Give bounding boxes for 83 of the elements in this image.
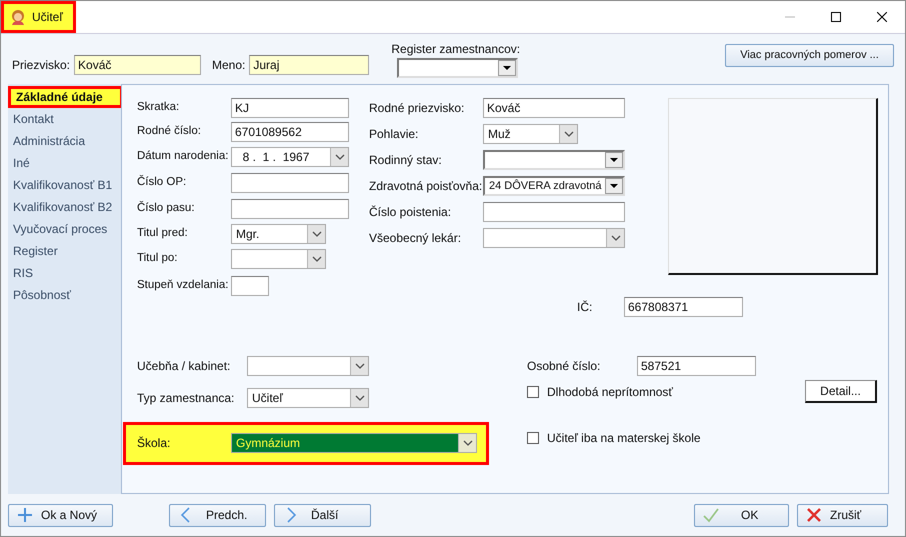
sidebar-item[interactable]: Administrácia [8,130,121,152]
field-label: Číslo pasu: [137,200,196,216]
field-label: Rodné číslo: [137,124,202,140]
text-field[interactable]: 667808371 [624,297,743,317]
detail-button[interactable]: Detail... [805,380,877,403]
field-label: Zdravotná poisťovňa: [369,178,483,195]
sidebar-item[interactable]: Iné [8,152,121,174]
field-label: Pohlavie: [369,126,420,143]
chevron-down-icon [564,131,574,137]
combo-box[interactable] [231,249,326,269]
action-button[interactable]: Ok a Nový [8,504,113,526]
combo-box[interactable]: Muž [483,124,578,144]
field-label: Priezvisko: [12,57,70,74]
sidebar-item[interactable]: Kvalifikovanosť B1 [8,174,121,196]
close-icon [877,12,887,22]
sidebar-item[interactable]: Základné údaje [8,86,123,108]
field-label: Rodné priezvisko: [369,100,466,117]
checkbox-label: Dlhodobá neprítomnosť [547,384,673,400]
window-title: Učiteľ [32,9,63,26]
sidebar-item[interactable]: Kvalifikovanosť B2 [8,196,121,218]
sidebar-item[interactable]: Vyučovací proces [8,218,121,240]
field-label: Titul po: [137,251,178,266]
plus-icon [17,507,33,523]
checkbox[interactable] [527,386,539,398]
action-button[interactable]: Predch. [169,504,266,526]
dropdown-arrow-icon [609,157,619,163]
combo-box[interactable]: 24 DÔVERA zdravotná [483,176,625,196]
text-field[interactable]: Juraj [249,55,370,75]
date-picker[interactable]: 8 . 1 . 1967 [231,147,349,167]
field-label: Škola: [137,435,172,452]
close-icon [806,507,822,523]
text-field[interactable] [483,202,625,222]
field-label: Stupeň vzdelania: [137,278,230,294]
field-label: Dátum narodenia: [137,149,230,164]
sidebar-item[interactable]: Kontakt [8,108,121,130]
chevron-down-icon [312,231,322,237]
text-field[interactable]: 587521 [637,356,756,376]
field-label: Skratka: [137,100,180,116]
sidebar-item[interactable]: Pôsobnosť [8,284,121,306]
action-button[interactable]: Zrušiť [797,504,888,526]
field-label: Meno: [212,57,246,74]
text-field[interactable]: Kováč [483,98,625,118]
field-label: Učebňa / kabinet: [137,358,232,375]
field-label: Typ zamestnanca: [137,390,236,407]
text-field[interactable] [231,276,269,296]
combo-box[interactable]: Učiteľ [247,388,369,408]
sidebar-item[interactable]: RIS [8,262,121,284]
text-field[interactable]: Kováč [74,55,202,75]
text-field[interactable] [231,199,349,219]
field-label: Titul pred: [137,226,189,242]
chevron-down-icon [462,440,472,446]
text-field[interactable] [231,173,349,193]
field-label: Číslo poistenia: [369,204,452,221]
field-label: Register zamestnancov: [391,41,520,58]
chevron-down-icon [354,363,364,369]
combo-box[interactable]: Mgr. [231,224,326,244]
action-button[interactable]: Ďalší [274,504,371,526]
check-icon [703,507,719,523]
checkbox[interactable] [527,432,539,444]
field-label: Číslo OP: [137,174,188,190]
dropdown-arrow-icon [609,183,619,189]
chevron-down-icon [334,154,344,160]
action-button[interactable]: OK [694,504,789,526]
chevron-down-icon [354,395,364,401]
chevron-down-icon [312,256,322,262]
field-label: Osobné číslo: [527,358,602,375]
text-field[interactable]: KJ [231,98,349,118]
checkbox-label: Učiteľ iba na materskej škole [547,430,701,447]
combo-box[interactable] [483,228,625,248]
maximize-icon [831,12,841,22]
text-field[interactable]: 6701089562 [231,122,349,142]
field-label: Všeobecný lekár: [369,230,462,247]
person-icon [10,9,26,25]
field-label: Rodinný stav: [369,152,443,169]
combo-box[interactable]: Gymnázium [231,433,477,453]
more-button[interactable]: Viac pracovných pomerov ... [725,44,894,66]
field-label: IČ: [577,299,594,316]
chevron-down-icon [610,235,620,241]
sidebar-item[interactable]: Register [8,240,121,262]
dropdown-arrow-icon [502,65,512,71]
combo-box[interactable] [483,150,625,170]
combo-box[interactable] [247,356,369,376]
combo-box[interactable] [397,58,518,78]
